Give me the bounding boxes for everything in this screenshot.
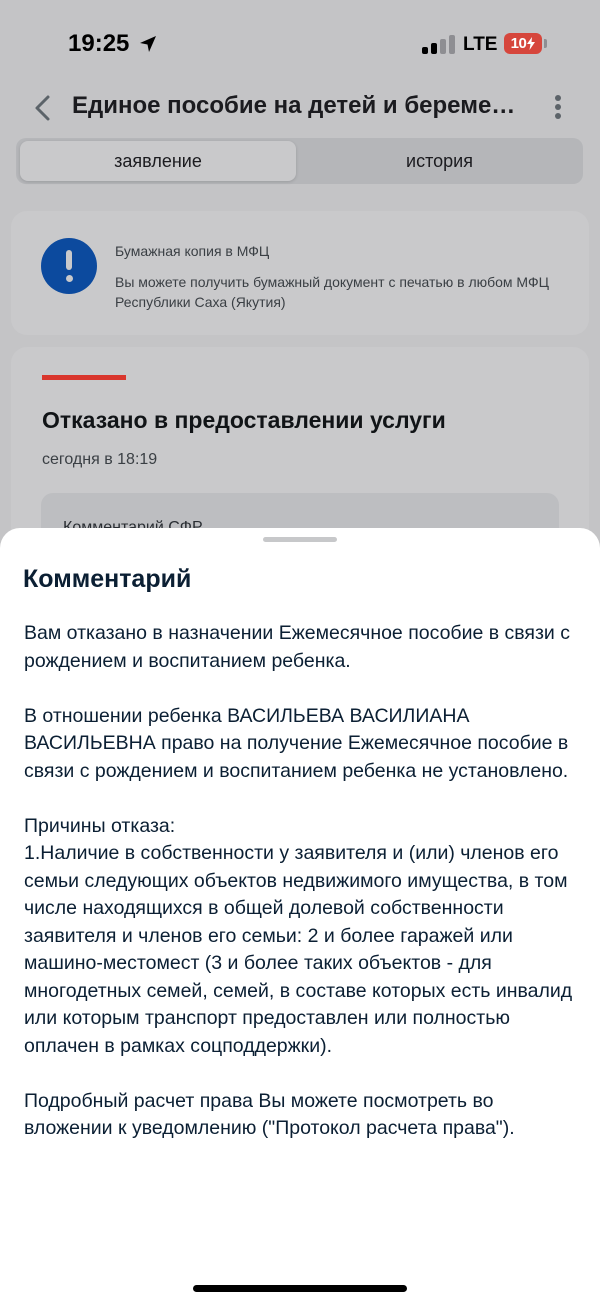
status-indicator-strip (42, 375, 126, 380)
notice-title: Бумажная копия в МФЦ (115, 243, 270, 259)
status-date: сегодня в 18:19 (42, 451, 158, 468)
comment-paragraph: В отношении ребенка ВАСИЛЬЕВА ВАСИЛИАНА … (24, 704, 569, 782)
status-time: 19:25 (68, 30, 130, 57)
battery-cap (544, 39, 547, 48)
network-type: LTE (463, 34, 498, 55)
chevron-left-icon[interactable] (32, 94, 54, 122)
comment-paragraph: Причины отказа: (24, 814, 176, 837)
battery-level: 10 (510, 35, 527, 52)
sheet-title: Комментарий (23, 565, 192, 593)
comment-paragraph: 1.Наличие в собственности у заявителя и … (24, 842, 573, 1057)
notice-text: Вы можете получить бумажный документ с п… (115, 274, 549, 310)
sheet-body: Вам отказано в назначении Ежемесячное по… (24, 620, 580, 1143)
sheet-grabber-handle[interactable] (263, 537, 337, 542)
signal-strength-icon (422, 35, 456, 54)
comment-bottom-sheet: Комментарий Вам отказано в назначении Еж… (0, 528, 600, 1303)
tab-application[interactable]: заявление (20, 141, 296, 181)
mfc-notice-card: Бумажная копия в МФЦ Вы можете получить … (11, 211, 589, 335)
exclamation-circle-icon (41, 238, 97, 294)
status-bar: 19:25 LTE 10 (0, 0, 600, 88)
location-arrow-icon (140, 36, 156, 52)
status-title: Отказано в предоставлении услуги (42, 407, 446, 433)
vertical-dots-icon[interactable] (548, 93, 568, 123)
home-indicator[interactable] (193, 1285, 407, 1292)
page-title: Единое пособие на детей и беременным жен… (72, 92, 522, 119)
tab-history[interactable]: история (300, 141, 579, 181)
charging-bolt-icon (527, 37, 536, 50)
comment-paragraph: Подробный расчет права Вы можете посмотр… (24, 1089, 515, 1140)
segmented-tabs: заявление история (16, 138, 583, 184)
comment-paragraph: Вам отказано в назначении Ежемесячное по… (24, 622, 570, 672)
battery-icon: 10 (504, 33, 542, 54)
